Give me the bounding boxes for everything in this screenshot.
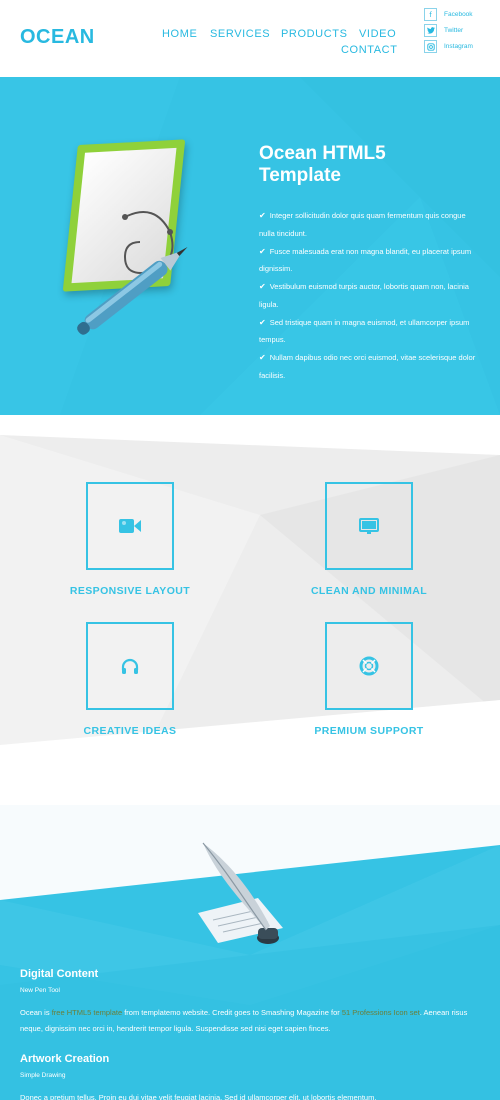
list-item: ✔ Sed tristique quam in magna euismod, et…: [259, 314, 479, 350]
check-icon: ✔: [259, 211, 266, 220]
twitter-icon: [424, 24, 437, 37]
features-background: [0, 415, 500, 805]
quill-and-paper-illustration: [198, 842, 283, 944]
list-item-text: Integer sollicitudin dolor quis quam fer…: [259, 211, 466, 238]
monitor-icon: [359, 517, 379, 534]
pen-tool-icon: [77, 211, 188, 335]
list-item-text: Fusce malesuada erat non magna blandit, …: [259, 246, 472, 274]
icon-set-link[interactable]: 51 Professions Icon set: [342, 1008, 420, 1017]
feature-label: RESPONSIVE LAYOUT: [69, 585, 191, 597]
social-links: f Facebook Twitter Instagram: [424, 7, 500, 55]
site-logo[interactable]: OCEAN: [20, 26, 95, 49]
facebook-icon: f: [424, 8, 437, 21]
hero-feature-list: ✔ Integer sollicitudin dolor quis quam fe…: [259, 207, 479, 385]
social-twitter-label: Twitter: [444, 27, 464, 34]
feature-label: CLEAN AND MINIMAL: [310, 585, 428, 597]
site-header: OCEAN HOME SERVICES PRODUCTS VIDEO CONTA…: [0, 0, 500, 77]
social-instagram-label: Instagram: [444, 43, 473, 50]
feature-label: CREATIVE IDEAS: [83, 725, 177, 737]
feature-creative-ideas[interactable]: [86, 622, 174, 710]
list-item: ✔ Vestibulum euismod turpis auctor, lobor…: [259, 278, 479, 314]
content-subtitle: New Pen Tool: [20, 987, 60, 994]
nav-video[interactable]: VIDEO: [359, 28, 396, 40]
hero-title-line-1: Ocean HTML5: [259, 143, 386, 164]
check-icon: ✔: [259, 246, 266, 256]
lifebuoy-icon: [359, 656, 379, 676]
social-instagram[interactable]: Instagram: [424, 39, 500, 54]
features-section: RESPONSIVE LAYOUT CLEAN AND MINIMAL CREA…: [0, 415, 500, 805]
nav-home[interactable]: HOME: [162, 28, 197, 40]
nav-services[interactable]: SERVICES: [210, 28, 270, 40]
list-item: ✔ Nullam dapibus odio nec orci euismod, v…: [259, 349, 479, 385]
list-item: ✔ Integer sollicitudin dolor quis quam fe…: [259, 207, 479, 243]
content-block-digital: Digital Content New Pen Tool Ocean is fr…: [20, 968, 485, 1037]
content-block-artwork: Artwork Creation Simple Drawing Donec a …: [20, 1053, 485, 1100]
hero-section: Ocean HTML5 Template ✔ Integer sollicitud…: [0, 77, 500, 415]
content-section: Digital Content New Pen Tool Ocean is fr…: [0, 805, 500, 1100]
nav-contact[interactable]: CONTACT: [341, 44, 398, 56]
content-title: Digital Content: [20, 968, 99, 980]
check-icon: ✔: [259, 353, 266, 362]
content-body: Ocean is free HTML5 template from templa…: [20, 1005, 485, 1037]
list-item-text: Vestibulum euismod turpis auctor, lobort…: [259, 282, 469, 309]
list-item: ✔ Fusce malesuada erat non magna blandit,…: [259, 243, 479, 279]
hero-title: Ocean HTML5 Template: [259, 143, 459, 187]
content-subtitle: Simple Drawing: [20, 1072, 66, 1079]
feature-label: PREMIUM SUPPORT: [314, 725, 424, 737]
content-body: Donec a pretium tellus. Proin eu dui vit…: [20, 1093, 377, 1100]
content-title: Artwork Creation: [20, 1053, 110, 1065]
list-item-text: Nullam dapibus odio nec orci euismod, vi…: [259, 353, 476, 380]
social-facebook[interactable]: f Facebook: [424, 7, 500, 22]
feature-responsive-layout[interactable]: [86, 482, 174, 570]
content-body-text: Ocean is: [20, 1008, 52, 1017]
content-body-text: from templatemo website. Credit goes to …: [122, 1008, 342, 1017]
hero-title-line-2: Template: [259, 165, 342, 186]
nav-products[interactable]: PRODUCTS: [281, 28, 348, 40]
social-facebook-label: Facebook: [444, 11, 473, 18]
feature-premium-support[interactable]: [325, 622, 413, 710]
video-camera-icon: [119, 519, 141, 533]
social-twitter[interactable]: Twitter: [424, 23, 500, 38]
headphones-icon: [121, 658, 139, 674]
check-icon: ✔: [259, 317, 266, 327]
free-template-link[interactable]: free HTML5 template: [52, 1008, 122, 1017]
instagram-icon: [424, 40, 437, 53]
check-icon: ✔: [259, 282, 266, 291]
feature-clean-minimal[interactable]: [325, 482, 413, 570]
list-item-text: Sed tristique quam in magna euismod, et …: [259, 317, 470, 345]
